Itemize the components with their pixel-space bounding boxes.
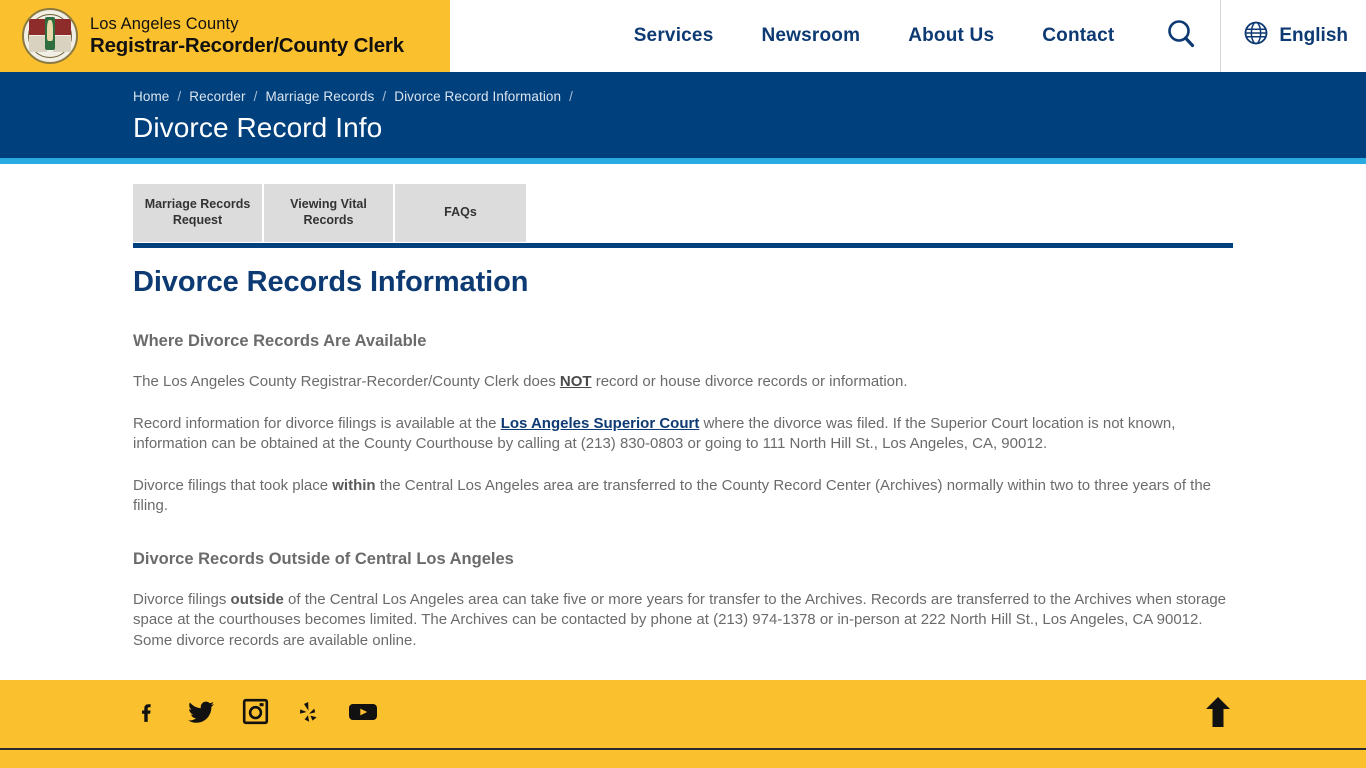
brand-block[interactable]: Los Angeles County Registrar-Recorder/Co… [0, 0, 450, 72]
twitter-icon [187, 698, 215, 731]
breadcrumb-separator: / [382, 88, 387, 104]
breadcrumb-item-divorce-record-information[interactable]: Divorce Record Information [394, 89, 561, 104]
social-links [133, 698, 377, 730]
search-icon [1164, 17, 1198, 56]
breadcrumb-item-marriage-records[interactable]: Marriage Records [265, 89, 374, 104]
paragraph: Divorce filings that took place within t… [133, 476, 1233, 517]
breadcrumb-item-home[interactable]: Home [133, 89, 169, 104]
tab-viewing-vital-records[interactable]: Viewing Vital Records [264, 184, 395, 242]
paragraph: Divorce filings outside of the Central L… [133, 590, 1233, 652]
brand-line-department: Registrar-Recorder/County Clerk [90, 33, 404, 57]
instagram-icon [242, 698, 269, 730]
article-heading: Divorce Records Information [133, 266, 529, 298]
nav-item-contact[interactable]: Contact [1018, 25, 1138, 47]
yelp-link[interactable] [295, 700, 323, 728]
arrow-up-icon [1205, 696, 1231, 733]
text-run: record or house divorce records or infor… [591, 373, 908, 390]
emphasis-within: within [332, 476, 376, 494]
paragraph: Record information for divorce filings i… [133, 414, 1233, 455]
breadcrumb-separator-trailing: / [569, 88, 573, 104]
text-run: The Los Angeles County Registrar-Recorde… [133, 373, 560, 390]
breadcrumb-separator: / [253, 88, 258, 104]
globe-icon [1243, 20, 1269, 52]
article-body: Divorce Records Information Where Divorc… [0, 248, 1366, 651]
text-run: Divorce filings that took place [133, 476, 333, 494]
section-heading-where-available: Where Divorce Records Are Available [133, 332, 427, 350]
emphasis-not: NOT [559, 373, 592, 390]
main-content: Marriage Records Request Viewing Vital R… [0, 164, 1366, 651]
la-county-seal-icon [22, 8, 78, 64]
breadcrumb-separator: / [177, 88, 182, 104]
page-title: Divorce Record Info [133, 112, 383, 143]
search-button[interactable] [1138, 17, 1220, 56]
nav-item-about-us[interactable]: About Us [884, 25, 1018, 47]
facebook-link[interactable] [133, 700, 161, 728]
tab-list: Marriage Records Request Viewing Vital R… [133, 184, 526, 242]
section-heading-outside-central-la: Divorce Records Outside of Central Los A… [133, 549, 514, 568]
tab-marriage-records-request[interactable]: Marriage Records Request [133, 184, 264, 242]
youtube-icon [348, 701, 378, 728]
text-run: Divorce filings [133, 590, 231, 608]
breadcrumb-bar: Home / Recorder / Marriage Records / Div… [0, 72, 1366, 158]
text-run: of the Central Los Angeles area can take… [133, 590, 1227, 649]
site-header: Los Angeles County Registrar-Recorder/Co… [0, 0, 1366, 72]
primary-nav: Services Newsroom About Us Contact Engli… [450, 0, 1366, 72]
yelp-icon [296, 699, 322, 730]
back-to-top-button[interactable] [1203, 696, 1233, 733]
nav-item-services[interactable]: Services [610, 25, 738, 47]
text-run: Record information for divorce filings i… [133, 414, 501, 432]
youtube-link[interactable] [349, 700, 377, 728]
link-los-angeles-superior-court[interactable]: Los Angeles Superior Court [501, 415, 700, 432]
nav-item-newsroom[interactable]: Newsroom [737, 25, 884, 47]
emphasis-outside: outside [230, 590, 284, 608]
brand-text: Los Angeles County Registrar-Recorder/Co… [90, 14, 404, 57]
facebook-icon [134, 699, 160, 730]
paragraph: The Los Angeles County Registrar-Recorde… [133, 372, 1233, 393]
tabs-container: Marriage Records Request Viewing Vital R… [0, 164, 1366, 242]
language-selector[interactable]: English [1221, 20, 1366, 52]
instagram-link[interactable] [241, 698, 269, 730]
twitter-link[interactable] [187, 700, 215, 728]
footer-bottom-strip [0, 750, 1366, 768]
brand-line-county: Los Angeles County [90, 14, 239, 33]
breadcrumb-item-recorder[interactable]: Recorder [189, 89, 245, 104]
language-label: English [1279, 25, 1348, 46]
breadcrumb: Home / Recorder / Marriage Records / Div… [133, 86, 1366, 106]
site-footer [0, 680, 1366, 748]
tab-faqs[interactable]: FAQs [395, 184, 526, 242]
